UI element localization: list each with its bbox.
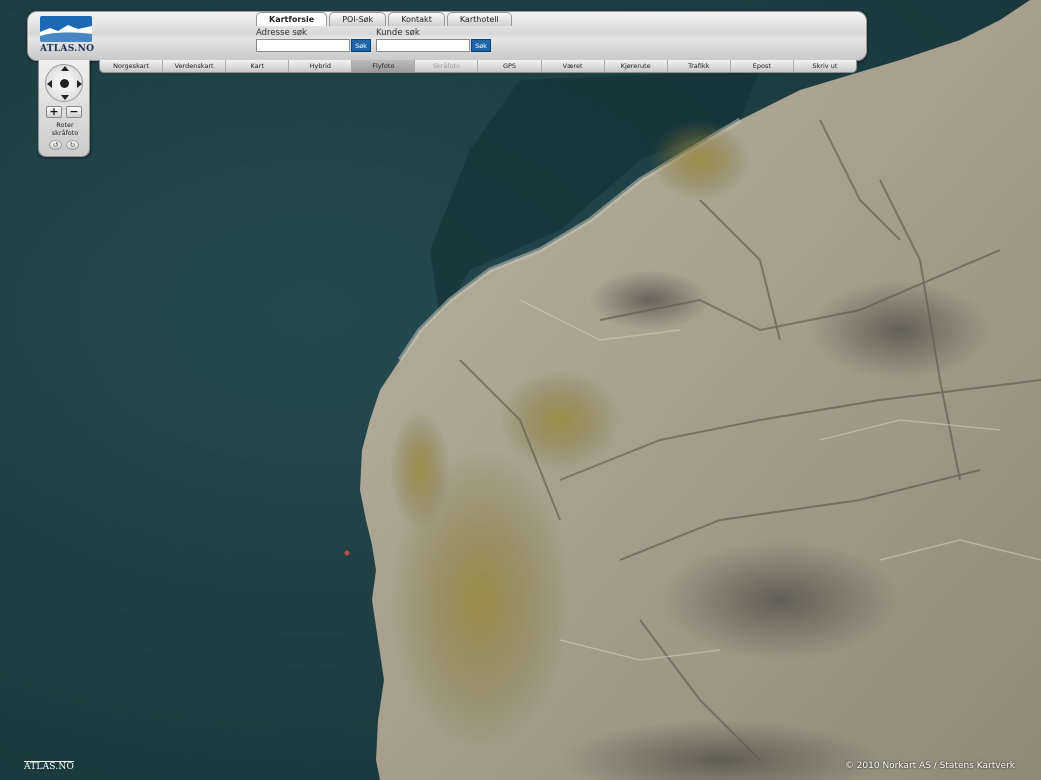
logo-text: ATLAS.NO [40,44,95,54]
pan-center-icon[interactable] [60,79,69,88]
footer-logo[interactable]: ATLAS.NO [24,761,75,772]
toolbar-verdenskart[interactable]: Verdenskart [163,60,227,72]
toolbar-hybrid[interactable]: Hybrid [289,60,353,72]
pan-pad [45,64,83,102]
rotate-oblique-label: Roter skråfoto [39,121,91,137]
tab-kartforsie[interactable]: Kartforsie [256,12,328,26]
rotate-right-icon[interactable]: ↻ [66,140,79,150]
map-view[interactable] [0,0,1041,780]
zoom-out-button[interactable]: − [66,106,82,118]
tab-karthotell[interactable]: Karthotell [446,12,512,26]
address-search: Adresse søk Søk [256,28,371,52]
address-search-button[interactable]: Søk [351,39,371,52]
logo-mountain-icon [40,16,92,42]
rotate-label-line1: Roter [56,121,74,129]
top-tabs: Kartforsie POI-Søk Kontakt Karthotell [256,12,514,26]
zoom-in-button[interactable]: + [46,106,62,118]
pan-left-arrow-icon[interactable] [47,80,52,88]
pan-up-arrow-icon[interactable] [61,66,69,71]
toolbar-kjorerute[interactable]: Kjørerute [605,60,668,72]
navigation-control: + − Roter skråfoto ↺ ↻ [38,60,90,157]
toolbar-skriv-ut[interactable]: Skriv ut [794,60,856,72]
customer-search: Kunde søk Søk [376,28,491,52]
address-search-input[interactable] [256,39,350,52]
toolbar-epost[interactable]: Epost [731,60,794,72]
map-type-toolbar: Norgeskart Verdenskart Kart Hybrid Flyfo… [99,60,857,73]
atlas-logo[interactable]: ATLAS.NO [40,16,94,58]
rotate-label-line2: skråfoto [51,129,79,137]
toolbar-varet[interactable]: Været [542,60,605,72]
toolbar-norgeskart[interactable]: Norgeskart [100,60,164,72]
copyright-text: © 2010 Norkart AS / Statens Kartverk [844,761,1015,771]
pan-down-arrow-icon[interactable] [61,95,69,100]
tab-poi-sok[interactable]: POI-Søk [329,12,387,26]
customer-search-label: Kunde søk [376,28,420,38]
toolbar-skrafoto: Skråfoto [415,60,479,72]
aerial-photo [344,0,1041,780]
customer-search-button[interactable]: Søk [471,39,491,52]
toolbar-trafikk[interactable]: Trafikk [668,60,731,72]
toolbar-kart[interactable]: Kart [226,60,290,72]
tab-kontakt[interactable]: Kontakt [388,12,445,26]
header-panel: ATLAS.NO Kartforsie POI-Søk Kontakt Kart… [27,11,867,61]
toolbar-gps[interactable]: GPS [478,60,542,72]
pan-right-arrow-icon[interactable] [77,80,82,88]
toolbar-flyfoto[interactable]: Flyfoto [352,60,416,72]
customer-search-input[interactable] [376,39,470,52]
rotate-left-icon[interactable]: ↺ [49,140,62,150]
address-search-label: Adresse søk [256,28,307,38]
